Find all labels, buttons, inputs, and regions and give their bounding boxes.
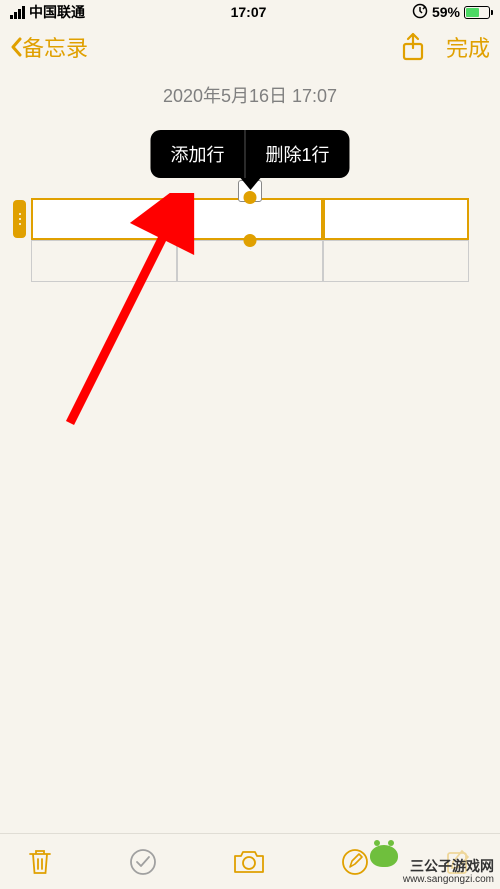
status-bar: 中国联通 17:07 59% [0,0,500,24]
orientation-lock-icon [412,3,428,22]
chevron-back-icon [10,37,22,57]
selection-dot-bottom-icon[interactable] [244,234,257,247]
camera-icon [232,848,266,876]
watermark-logo-icon [370,845,398,867]
trash-icon [26,847,54,877]
camera-button[interactable] [226,842,272,882]
table-cell[interactable] [31,198,177,240]
table-cell[interactable] [323,198,469,240]
done-button[interactable]: 完成 [446,31,490,63]
back-label: 备忘录 [22,31,88,63]
checklist-button[interactable] [122,841,164,883]
battery-icon [464,6,490,19]
table-cell[interactable] [323,240,469,282]
note-table[interactable] [31,198,469,282]
share-icon [400,32,426,62]
nav-bar: 备忘录 完成 [0,24,500,70]
pen-circle-icon [340,847,370,877]
delete-note-button[interactable] [20,841,60,883]
table-cell[interactable] [31,240,177,282]
row-drag-handle[interactable] [13,200,26,238]
markup-button[interactable] [334,841,376,883]
menu-tail-icon [240,178,260,190]
back-button[interactable]: 备忘录 [10,31,88,63]
context-menu: 添加行 删除1行 [150,130,349,190]
watermark: 三公子游戏网 www.sangongzi.com [403,859,494,885]
note-timestamp: 2020年5月16日 17:07 [0,82,500,108]
check-circle-icon [128,847,158,877]
watermark-brand: 三公子游戏网 [403,859,494,874]
carrier-label: 中国联通 [29,2,85,22]
clock: 17:07 [231,4,267,20]
signal-icon [10,6,25,19]
share-button[interactable] [400,32,426,62]
selection-dot-top-icon[interactable] [244,191,257,204]
battery-pct: 59% [432,4,460,20]
watermark-url: www.sangongzi.com [403,874,494,885]
delete-row-button[interactable]: 删除1行 [245,130,349,178]
add-row-button[interactable]: 添加行 [150,130,244,178]
